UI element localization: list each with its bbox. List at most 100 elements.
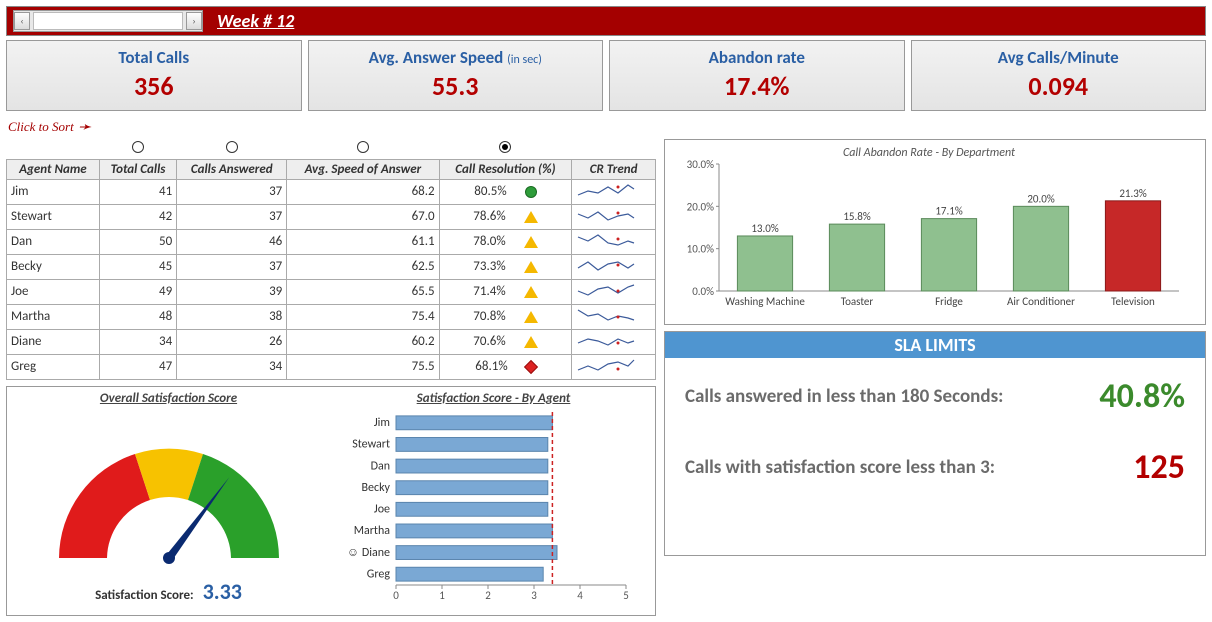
cell-resolution: 70.8% [439,304,572,329]
kpi-value: 0.094 [912,70,1206,102]
sort-radio-row [7,139,656,159]
cell-answered: 37 [177,204,287,229]
cell-agent: Martha [7,304,100,329]
table-row: Becky453762.573.3% [7,254,656,279]
svg-text:20.0%: 20.0% [687,200,715,213]
spinner-down-button[interactable]: ‹ [14,12,30,30]
bar [396,437,548,451]
th-total: Total Calls [99,159,176,179]
svg-text:Air Conditioner: Air Conditioner [1007,295,1075,308]
svg-text:Jim: Jim [374,416,390,430]
sort-radio-speed[interactable] [357,141,369,153]
kpi-value: 17.4% [610,70,904,102]
satisfaction-score-label: Satisfaction Score: [95,588,194,603]
sparkline-icon [576,256,636,274]
sort-radio-resolution[interactable] [499,141,511,153]
th-agent: Agent Name [7,159,100,179]
cell-resolution: 71.4% [439,279,572,304]
svg-text:2: 2 [485,589,491,602]
kpi-title-text: Avg. Answer Speed [369,47,504,68]
spinner-up-button[interactable]: › [186,12,202,30]
sla-box: Calls answered in less than 180 Seconds:… [664,358,1206,556]
indicator-warn-icon [524,236,538,248]
cell-trend [572,179,656,204]
cell-answered: 37 [177,179,287,204]
cell-speed: 60.2 [287,329,439,354]
indicator-warn-icon [524,286,538,298]
svg-text:Fridge: Fridge [935,295,963,308]
header-bar: ‹ › Week # 12 [6,6,1206,36]
gauge-title: Overall Satisfaction Score [11,391,326,406]
sla-value-red: 125 [1133,447,1185,488]
sparkline-icon [576,306,636,324]
svg-text:20.0%: 20.0% [1027,192,1055,205]
click-to-sort-hint: Click to Sort ➛ [8,117,1206,137]
indicator-warn-icon [524,311,538,323]
th-resolution: Call Resolution (%) [439,159,572,179]
table-row: Dan504661.178.0% [7,229,656,254]
gauge-chart [39,418,299,568]
sort-radio-total[interactable] [132,141,144,153]
cell-trend [572,204,656,229]
svg-text:0.0%: 0.0% [692,285,714,298]
th-trend: CR Trend [572,159,656,179]
table-header-row: Agent Name Total Calls Calls Answered Av… [7,159,656,179]
satisfaction-score-row: Satisfaction Score: 3.33 [11,578,326,605]
gauge-zone-green [188,454,279,558]
cell-resolution: 68.1% [439,354,572,379]
cell-trend [572,254,656,279]
sort-radio-answered[interactable] [226,141,238,153]
table-row: Diane342660.270.6% [7,329,656,354]
svg-text:13.0%: 13.0% [751,222,779,235]
cell-agent: Becky [7,254,100,279]
cell-agent: Stewart [7,204,100,229]
table-row: Joe493965.571.4% [7,279,656,304]
svg-text:Stewart: Stewart [352,437,390,451]
table-row: Jim413768.280.5% [7,179,656,204]
svg-text:5: 5 [623,589,629,602]
kpi-row: Total Calls 356 Avg. Answer Speed (in se… [6,40,1206,111]
indicator-bad-icon [524,360,538,374]
svg-text:17.1%: 17.1% [935,205,963,218]
cell-answered: 38 [177,304,287,329]
sparkline-icon [576,281,636,299]
cell-trend [572,329,656,354]
satisfaction-by-agent-box: Satisfaction Score - By Agent JimStewart… [336,391,651,611]
bar [396,415,552,429]
svg-text:15.8%: 15.8% [843,210,871,223]
svg-text:Toaster: Toaster [841,295,874,308]
kpi-subtitle: (in sec) [507,53,542,67]
bar [921,219,976,291]
cell-answered: 26 [177,329,287,354]
cell-total: 50 [99,229,176,254]
cell-total: 48 [99,304,176,329]
cell-total: 49 [99,279,176,304]
cell-resolution: 80.5% [439,179,572,204]
bar [396,545,557,559]
table-row: Stewart423767.078.6% [7,204,656,229]
kpi-title: Abandon rate [610,47,904,68]
cell-trend [572,279,656,304]
cell-total: 42 [99,204,176,229]
svg-text:Becky: Becky [362,480,391,494]
cell-speed: 62.5 [287,254,439,279]
kpi-value: 55.3 [309,70,603,102]
kpi-calls-minute: Avg Calls/Minute 0.094 [911,40,1207,111]
cell-speed: 67.0 [287,204,439,229]
svg-text:4: 4 [577,589,583,602]
bar [396,567,543,581]
bar [396,459,548,473]
cell-agent: Diane [7,329,100,354]
sparkline-icon [576,331,636,349]
sla-row-satisfaction: Calls with satisfaction score less than … [685,447,1185,488]
th-answered: Calls Answered [177,159,287,179]
svg-text:30.0%: 30.0% [687,158,715,171]
spinner-value[interactable] [33,12,183,30]
cell-total: 47 [99,354,176,379]
cell-agent: Joe [7,279,100,304]
table-row: Martha483875.470.8% [7,304,656,329]
cell-resolution: 78.6% [439,204,572,229]
week-spinner[interactable]: ‹ › [13,10,203,32]
indicator-warn-icon [524,336,538,348]
gauge-zone-red [59,454,150,558]
